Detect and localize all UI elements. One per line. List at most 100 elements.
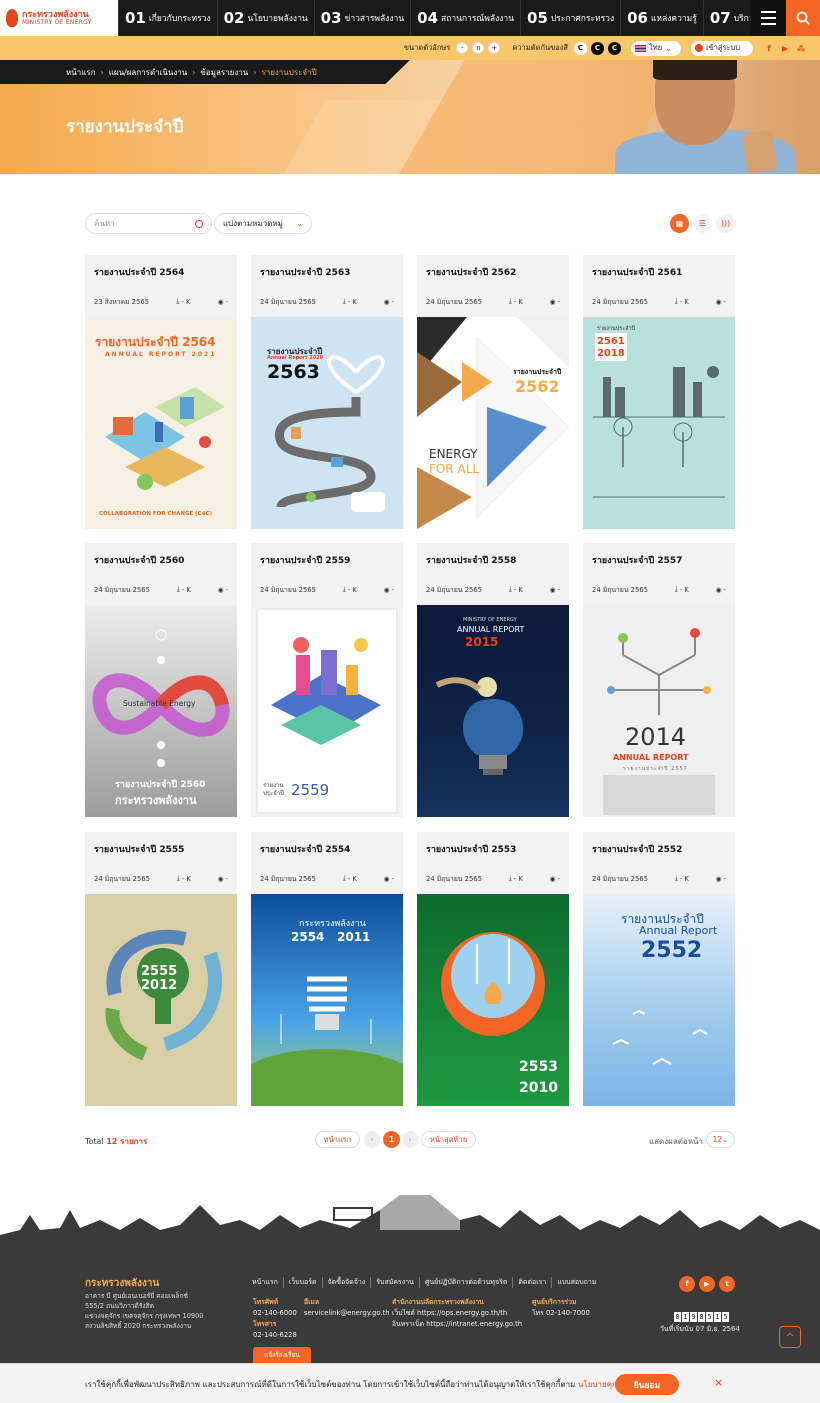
breadcrumb-plans[interactable]: แผน/ผลการดำเนินงาน	[109, 66, 187, 79]
card-meta: 24 มิถุนายน 2565 ⤓ - K ◉ -	[426, 873, 560, 884]
breadcrumb-reports[interactable]: ข้อมูลรายงาน	[200, 66, 248, 79]
office-intranet-link[interactable]: อินทราเน็ต https://intranet.energy.go.th	[392, 1319, 522, 1330]
font-size-normal-button[interactable]: ก	[472, 42, 485, 54]
footer-link-home[interactable]: หน้าแรก	[252, 1277, 284, 1288]
report-cover[interactable]: รายงาน ประจำปี 2559	[251, 605, 403, 817]
nav-item-news[interactable]: 03 ข่าวสารพลังงาน	[313, 0, 410, 36]
card-views: -	[557, 585, 560, 594]
card-size: - K	[679, 874, 689, 883]
download-icon: ⤓	[508, 297, 512, 305]
email-link[interactable]: servicelink@energy.go.th	[304, 1308, 390, 1319]
report-card[interactable]: รายงานประจำปี 2564 23 สิงหาคม 2565 ⤓ - K …	[85, 255, 237, 529]
report-card[interactable]: รายงานประจำปี 2552 24 มิถุนายน 2565 ⤓ - K…	[583, 832, 735, 1106]
office-website-link[interactable]: เว็บไซต์ https://ops.energy.go.th/th	[392, 1308, 522, 1319]
footer-skyline-illustration: GREEN LAND	[0, 1195, 820, 1262]
footer-twitter-icon[interactable]: t	[719, 1276, 735, 1292]
report-cover[interactable]: รายงานประจำปี 2562 ENERGY FOR ALL	[417, 317, 569, 529]
font-size-increase-button[interactable]: +	[488, 42, 501, 54]
card-title[interactable]: รายงานประจำปี 2562	[426, 265, 516, 279]
cover-footer: COLLABORATION FOR CHANGE (C4C)	[99, 511, 213, 517]
header-search-button[interactable]	[786, 0, 820, 36]
report-card[interactable]: รายงานประจำปี 2557 24 มิถุนายน 2565 ⤓ - K…	[583, 543, 735, 817]
list-view-button[interactable]: ☰	[693, 214, 712, 233]
category-select[interactable]: แบ่งตามหมวดหมู่ ⌄	[214, 213, 312, 234]
report-cover[interactable]: รายงานประจำปี Annual Report 2552	[583, 894, 735, 1106]
contrast-dark-button[interactable]: C	[591, 41, 604, 55]
next-page-button[interactable]: ›	[402, 1131, 418, 1148]
card-date: 23 สิงหาคม 2565	[94, 298, 150, 306]
report-cover[interactable]: 2014 ANNUAL REPORT รายงานประจำปี 2557	[583, 605, 735, 817]
youtube-icon[interactable]: ▶	[779, 42, 791, 54]
footer-link-procurement[interactable]: จัดซื้อจัดจ้าง	[323, 1277, 372, 1288]
footer-youtube-icon[interactable]: ▶	[699, 1276, 715, 1292]
card-title[interactable]: รายงานประจำปี 2552	[592, 842, 682, 856]
complaint-button[interactable]: แจ้งร้องเรียน	[253, 1347, 311, 1363]
report-card[interactable]: รายงานประจำปี 2559 24 มิถุนายน 2565 ⤓ - K…	[251, 543, 403, 817]
card-title[interactable]: รายงานประจำปี 2564	[94, 265, 184, 279]
nav-item-situation[interactable]: 04 สถานการณ์พลังงาน	[410, 0, 520, 36]
contrast-default-button[interactable]: C	[574, 41, 587, 55]
close-icon[interactable]: ×	[714, 1376, 723, 1389]
report-cover[interactable]: รายงานประจำปี 2564 ANNUAL REPORT 2021 CO…	[85, 317, 237, 529]
footer-facebook-icon[interactable]: f	[679, 1276, 695, 1292]
cookie-accept-button[interactable]: ยินยอม	[615, 1374, 679, 1395]
card-title[interactable]: รายงานประจำปี 2560	[94, 553, 184, 567]
nav-item-about[interactable]: 01 เกี่ยวกับกระทรวง	[118, 0, 217, 36]
font-size-decrease-button[interactable]: -	[456, 42, 469, 54]
card-title[interactable]: รายงานประจำปี 2561	[592, 265, 682, 279]
cover-tagline-2: FOR ALL	[429, 462, 480, 476]
report-cover[interactable]: กระทรวงพลังงาน 2554 2011	[251, 894, 403, 1106]
footer-link-jobs[interactable]: รับสมัครงาน	[371, 1277, 420, 1288]
card-title[interactable]: รายงานประจำปี 2559	[260, 553, 350, 567]
footer-link-anti-corruption[interactable]: ศูนย์ปฏิบัติการต่อต้านทุจริต	[420, 1277, 514, 1288]
report-card[interactable]: รายงานประจำปี 2561 24 มิถุนายน 2565 ⤓ - K…	[583, 255, 735, 529]
report-card[interactable]: รายงานประจำปี 2555 24 มิถุนายน 2565 ⤓ - K…	[85, 832, 237, 1106]
search-icon[interactable]	[195, 219, 203, 228]
report-cover[interactable]: Sustainable Energy รายงานประจำปี 2560 กร…	[85, 605, 237, 817]
report-card[interactable]: รายงานประจำปี 2553 24 มิถุนายน 2565 ⤓ - K…	[417, 832, 569, 1106]
sitemap-icon[interactable]: ⁂	[795, 42, 807, 54]
report-card[interactable]: รายงานประจำปี 2558 24 มิถุนายน 2565 ⤓ - K…	[417, 543, 569, 817]
search-input[interactable]: ค้นหา	[85, 213, 212, 234]
ministry-logo[interactable]: กระทรวงพลังงาน MINISTRY OF ENERGY	[0, 0, 118, 36]
report-card[interactable]: รายงานประจำปี 2554 24 มิถุนายน 2565 ⤓ - K…	[251, 832, 403, 1106]
page-banner: หน้าแรก › แผน/ผลการดำเนินงาน › ข้อมูลรายงา…	[0, 60, 820, 174]
footer-link-contact[interactable]: ติดต่อเรา	[513, 1277, 553, 1288]
report-card[interactable]: รายงานประจำปี 2560 24 มิถุนายน 2565 ⤓ - K…	[85, 543, 237, 817]
report-cover[interactable]: รายงานประจำปี 2561 2018	[583, 317, 735, 529]
last-page-button[interactable]: หน้าสุดท้าย	[421, 1131, 476, 1148]
report-cover[interactable]: รายงานประจำปี Annual Report 2020 2563	[251, 317, 403, 529]
footer-link-webboard[interactable]: เว็บบอร์ด	[284, 1277, 323, 1288]
nav-item-announcements[interactable]: 05 ประกาศกระทรวง	[520, 0, 620, 36]
language-select[interactable]: ไทย ⌄	[631, 40, 681, 56]
report-cover[interactable]: 2555 2012	[85, 894, 237, 1106]
report-card[interactable]: รายงานประจำปี 2562 24 มิถุนายน 2565 ⤓ - K…	[417, 255, 569, 529]
per-page-select[interactable]: 12 ⌄	[706, 1131, 735, 1148]
card-title[interactable]: รายงานประจำปี 2553	[426, 842, 516, 856]
page-1-button[interactable]: 1	[383, 1131, 400, 1148]
hamburger-menu-button[interactable]	[750, 0, 786, 36]
contrast-yellow-button[interactable]: C	[608, 41, 621, 55]
report-card[interactable]: รายงานประจำปี 2563 24 มิถุนายน 2565 ⤓ - K…	[251, 255, 403, 529]
grid-view-button[interactable]: ▦	[670, 214, 689, 233]
card-title[interactable]: รายงานประจำปี 2563	[260, 265, 350, 279]
report-cover[interactable]: MINISTRY OF ENERGY ANNUAL REPORT 2015	[417, 605, 569, 817]
login-button[interactable]: เข้าสู่ระบบ	[691, 40, 753, 56]
footer-link-survey[interactable]: แบบสอบถาม	[552, 1277, 601, 1288]
nav-item-policy[interactable]: 02 นโยบายพลังงาน	[216, 0, 314, 36]
card-title[interactable]: รายงานประจำปี 2555	[94, 842, 184, 856]
breadcrumb-home[interactable]: หน้าแรก	[66, 66, 96, 79]
nav-item-knowledge[interactable]: 06 แหล่งความรู้	[620, 0, 703, 36]
cover-year: 2014	[625, 723, 687, 751]
first-page-button[interactable]: หน้าแรก	[315, 1131, 360, 1148]
facebook-icon[interactable]: f	[763, 42, 775, 54]
card-date: 24 มิถุนายน 2565	[426, 298, 482, 306]
card-title[interactable]: รายงานประจำปี 2557	[592, 553, 682, 567]
card-title[interactable]: รายงานประจำปี 2558	[426, 553, 516, 567]
visitor-counter: 0198515	[674, 1312, 729, 1322]
card-title[interactable]: รายงานประจำปี 2554	[260, 842, 350, 856]
report-cover[interactable]: 2553 2010	[417, 894, 569, 1106]
back-to-top-button[interactable]: ^	[779, 1326, 801, 1348]
rss-button[interactable]: )))	[716, 214, 735, 233]
prev-page-button[interactable]: ‹	[364, 1131, 380, 1148]
